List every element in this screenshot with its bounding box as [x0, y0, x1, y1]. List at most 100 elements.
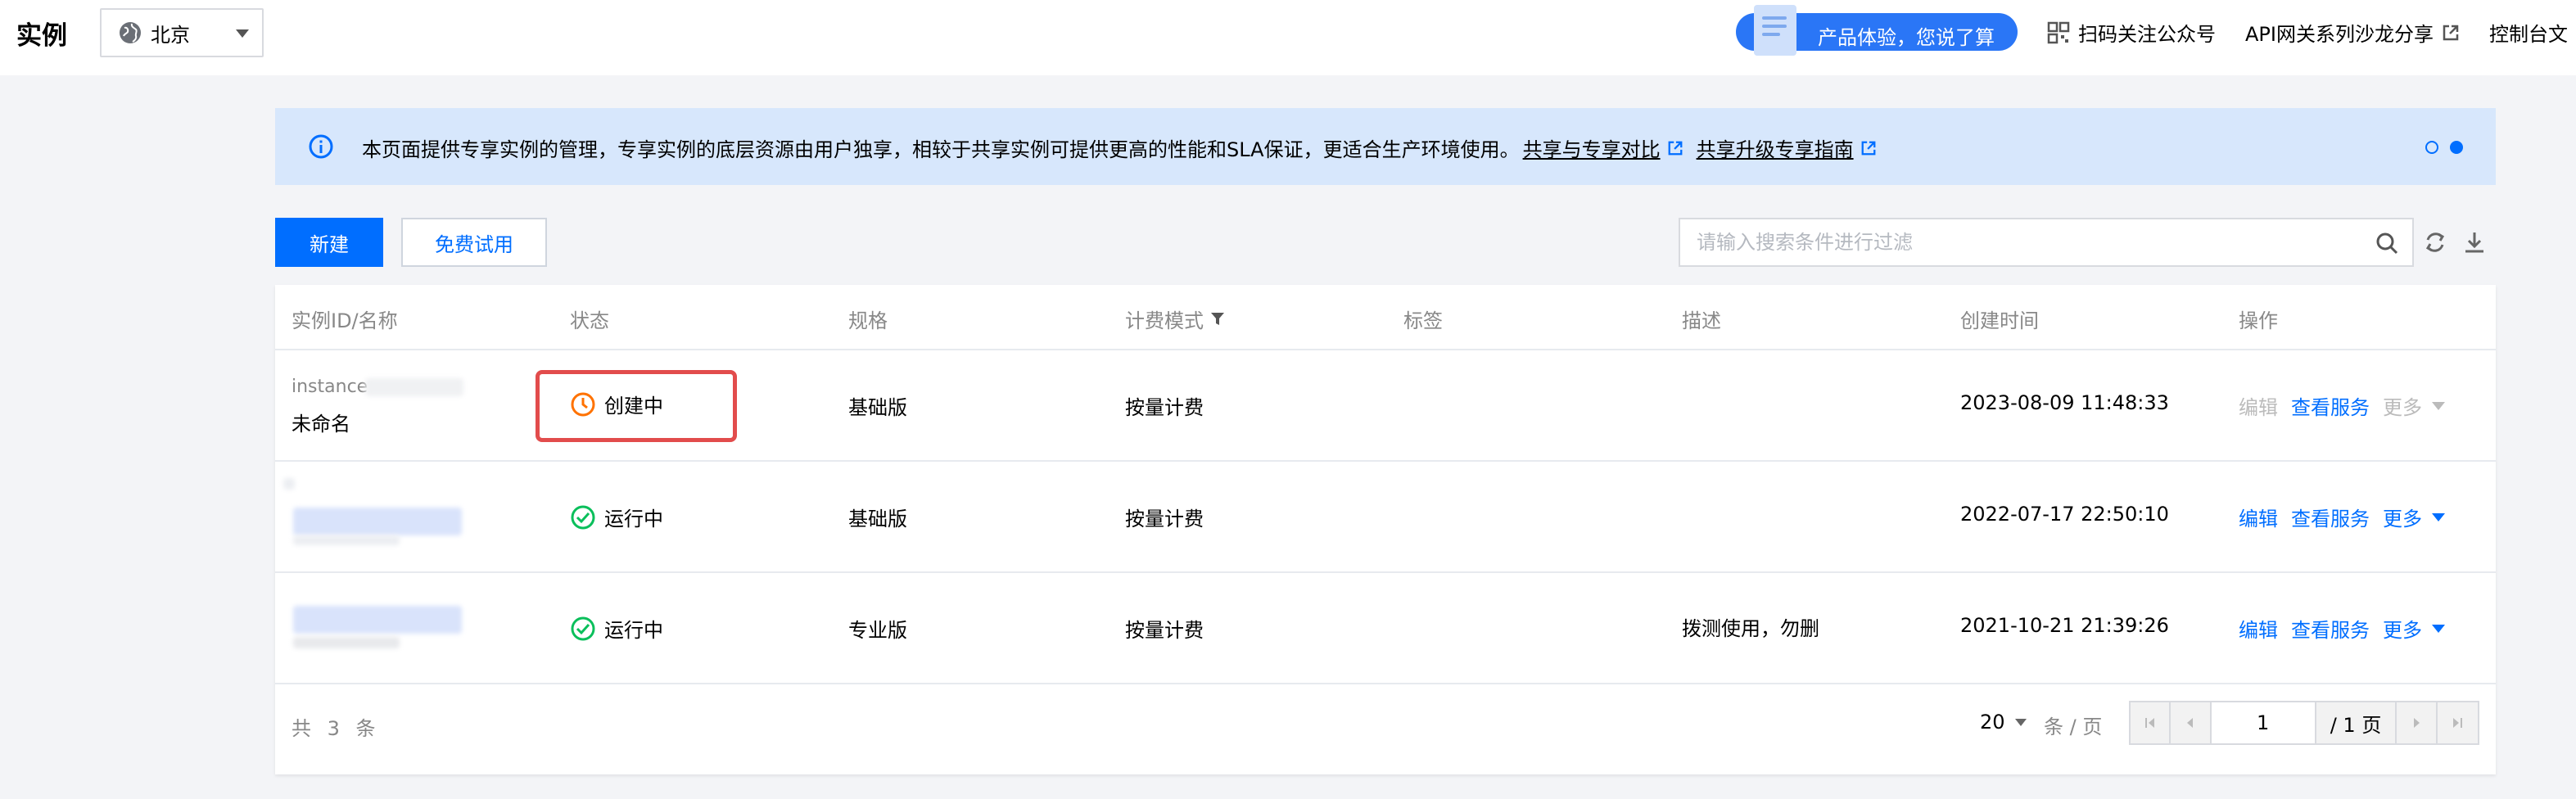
more-menu[interactable]: 更多 — [2383, 503, 2445, 531]
spec-cell: 基础版 — [848, 396, 907, 419]
billing-cell: 按量计费 — [1125, 508, 1204, 530]
info-icon — [309, 134, 333, 159]
feedback-label: 产品体验，您说了算 — [1818, 26, 1995, 49]
console-link[interactable]: 控制台文 — [2489, 18, 2568, 47]
refresh-icon[interactable] — [2422, 229, 2448, 255]
check-circle-icon — [571, 616, 595, 640]
view-service-link[interactable]: 查看服务 — [2291, 391, 2370, 420]
status-label: 运行中 — [604, 619, 663, 642]
external-link-icon — [2443, 25, 2459, 40]
desc-cell: 拨测使用，勿删 — [1682, 617, 1819, 640]
new-button[interactable]: 新建 — [275, 218, 383, 267]
more-menu: 更多 — [2383, 391, 2445, 420]
document-icon — [1754, 5, 1796, 56]
redacted-block — [293, 637, 400, 648]
prev-page-icon — [2187, 718, 2194, 728]
table-header: 实例ID/名称 状态 规格 计费模式 标签 描述 创建时间 操作 — [275, 285, 2496, 350]
created-cell: 2023-08-09 11:48:33 — [1960, 391, 2169, 414]
spec-cell: 基础版 — [848, 508, 907, 530]
column-header-id: 实例ID/名称 — [291, 309, 398, 332]
search-input[interactable] — [1697, 228, 2352, 257]
edit-link[interactable]: 编辑 — [2239, 503, 2278, 531]
carousel-dot-1[interactable] — [2425, 141, 2438, 154]
more-label: 更多 — [2383, 619, 2422, 642]
page-number-input[interactable] — [2211, 702, 2316, 743]
spec-cell: 专业版 — [848, 619, 907, 642]
globe-icon — [120, 22, 141, 43]
prev-page-button[interactable] — [2171, 702, 2212, 743]
more-label: 更多 — [2383, 508, 2422, 530]
column-header-status: 状态 — [570, 309, 609, 332]
page-size-value: 20 — [1980, 711, 2005, 734]
page-size-unit: 条 / 页 — [2044, 715, 2103, 738]
column-header-tags: 标签 — [1403, 309, 1443, 332]
highlight-box — [536, 370, 737, 442]
next-page-button[interactable] — [2397, 702, 2438, 743]
redacted-block — [293, 508, 462, 535]
status-label: 运行中 — [604, 508, 663, 530]
salon-share-link[interactable]: API网关系列沙龙分享 — [2245, 18, 2460, 47]
status-cell: 运行中 — [570, 614, 663, 643]
column-header-actions: 操作 — [2239, 309, 2278, 332]
carousel-dots — [2425, 141, 2463, 154]
total-count: 共 3 条 — [291, 717, 381, 740]
first-page-button[interactable] — [2131, 702, 2172, 743]
view-service-link[interactable]: 查看服务 — [2291, 503, 2370, 531]
more-menu[interactable]: 更多 — [2383, 614, 2445, 643]
search-icon[interactable] — [2375, 231, 2399, 255]
column-header-billing: 计费模式 — [1125, 305, 1225, 333]
column-header-spec: 规格 — [848, 309, 888, 332]
view-service-link[interactable]: 查看服务 — [2291, 614, 2370, 643]
redacted-block — [283, 478, 295, 490]
qr-follow-link[interactable]: 扫码关注公众号 — [2047, 18, 2216, 47]
external-link-icon — [1668, 141, 1682, 155]
qr-follow-label: 扫码关注公众号 — [2078, 23, 2216, 46]
caret-down-icon — [2014, 718, 2027, 726]
chevron-down-icon — [236, 29, 249, 38]
instance-id: instance — [291, 377, 368, 397]
edit-link: 编辑 — [2239, 396, 2278, 419]
billing-cell: 按量计费 — [1125, 396, 1204, 419]
upgrade-guide-link[interactable]: 共享升级专享指南 — [1697, 133, 1887, 162]
created-cell: 2021-10-21 21:39:26 — [1960, 614, 2169, 637]
pagination: / 1 页 — [2129, 701, 2479, 745]
last-page-button[interactable] — [2437, 702, 2478, 743]
column-header-created: 创建时间 — [1960, 309, 2039, 332]
salon-share-label: API网关系列沙龙分享 — [2245, 23, 2434, 46]
free-trial-button[interactable]: 免费试用 — [401, 218, 547, 267]
check-circle-icon — [571, 505, 595, 529]
redacted-block — [365, 378, 463, 396]
top-bar: 实例 北京 产品体验，您说了算 扫码关注公众号 API网关系列沙龙分享 控制台文 — [0, 0, 2576, 75]
first-page-icon — [2144, 718, 2154, 728]
console-label: 控制台文 — [2489, 23, 2568, 46]
next-page-icon — [2414, 718, 2420, 728]
caret-down-icon — [2432, 624, 2445, 633]
column-header-billing-label: 计费模式 — [1125, 309, 1204, 332]
compare-link-label: 共享与专享对比 — [1522, 138, 1661, 161]
download-icon[interactable] — [2461, 229, 2488, 255]
total-pages: / 1 页 — [2316, 702, 2397, 743]
qr-code-icon — [2047, 21, 2070, 43]
compare-link[interactable]: 共享与专享对比 — [1523, 133, 1693, 162]
redacted-block — [293, 535, 400, 545]
feedback-button[interactable]: 产品体验，您说了算 — [1736, 5, 2018, 56]
region-select[interactable]: 北京 — [100, 8, 264, 57]
edit-link[interactable]: 编辑 — [2239, 614, 2278, 643]
instance-name: 未命名 — [291, 413, 350, 436]
notice-message: 本页面提供专享实例的管理，专享实例的底层资源由用户独享，相较于共享实例可提供更高… — [362, 133, 1887, 162]
region-label: 北京 — [151, 23, 190, 47]
caret-down-icon — [2432, 401, 2445, 410]
search-box — [1679, 218, 2414, 267]
page-title: 实例 — [16, 21, 67, 51]
notice-text: 本页面提供专享实例的管理，专享实例的底层资源由用户独享，相较于共享实例可提供更高… — [362, 138, 1520, 161]
column-header-desc: 描述 — [1682, 309, 1721, 332]
table-footer: 共 3 条 20 条 / 页 / 1 页 — [275, 683, 2496, 774]
last-page-icon — [2453, 718, 2463, 728]
carousel-dot-2[interactable] — [2450, 141, 2463, 154]
filter-icon[interactable] — [1210, 312, 1225, 327]
upgrade-guide-label: 共享升级专享指南 — [1696, 138, 1854, 161]
external-link-icon — [1861, 141, 1875, 155]
redacted-block — [293, 606, 462, 634]
page-size-select[interactable]: 20 — [1980, 711, 2027, 734]
more-label: 更多 — [2383, 396, 2422, 419]
